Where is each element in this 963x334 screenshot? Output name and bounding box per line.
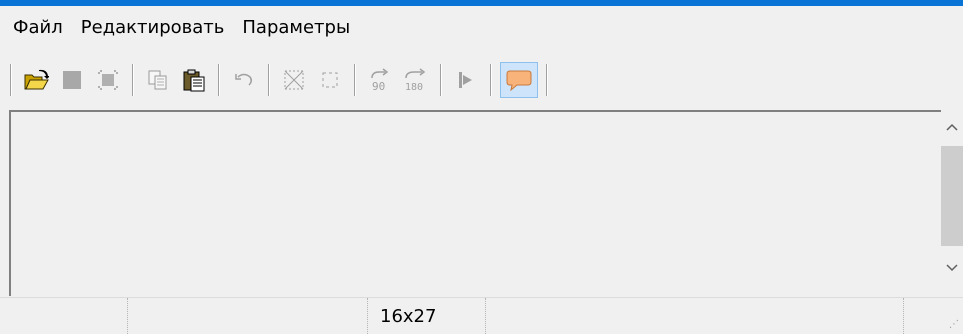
- copy-icon: [148, 70, 167, 90]
- crop-button[interactable]: [278, 64, 310, 96]
- select-frame-icon: [98, 70, 118, 90]
- open-folder-icon: [24, 69, 49, 90]
- workspace-area[interactable]: [9, 110, 963, 296]
- scroll-thumb[interactable]: [941, 146, 963, 246]
- paste-button[interactable]: [178, 64, 210, 96]
- comments-button[interactable]: [500, 62, 538, 98]
- selection-rect-icon: [322, 72, 338, 88]
- menu-file[interactable]: Файл: [0, 13, 72, 43]
- svg-text:180: 180: [405, 82, 423, 92]
- status-cell-1: [0, 298, 128, 334]
- undo-icon: [235, 73, 253, 86]
- selection-rect-button[interactable]: [314, 64, 346, 96]
- toolbar-separator: [10, 64, 12, 96]
- menu-edit[interactable]: Редактировать: [72, 13, 234, 43]
- paste-icon: [183, 69, 205, 92]
- rotate-90-button[interactable]: 90: [364, 64, 396, 96]
- toolbar-separator: [440, 64, 442, 96]
- svg-text:90: 90: [372, 80, 385, 92]
- rotate-180-icon: 180: [405, 68, 426, 92]
- status-cell-2: [128, 298, 368, 334]
- rotate-90-icon: 90: [371, 68, 389, 92]
- toolbar-separator: [218, 64, 220, 96]
- open-button[interactable]: [20, 64, 52, 96]
- toolbar-separator: [268, 64, 270, 96]
- stop-button[interactable]: [56, 64, 88, 96]
- select-frame-button[interactable]: [92, 64, 124, 96]
- undo-button[interactable]: [228, 64, 260, 96]
- vertical-scrollbar[interactable]: [941, 110, 963, 296]
- menu-parameters[interactable]: Параметры: [233, 13, 359, 43]
- scroll-up-icon[interactable]: [941, 110, 963, 144]
- toolbar-separator: [132, 64, 134, 96]
- toolbar: 90 180: [0, 56, 963, 104]
- stop-icon: [63, 71, 81, 89]
- resize-grip-icon[interactable]: ⋰: [949, 320, 959, 330]
- status-size-cell: 16x27: [368, 298, 486, 334]
- rotate-180-button[interactable]: 180: [400, 64, 432, 96]
- copy-button[interactable]: [142, 64, 174, 96]
- crop-icon: [284, 70, 304, 90]
- play-forward-button[interactable]: [450, 64, 482, 96]
- status-bar: 16x27 ⋰: [0, 297, 963, 334]
- scroll-down-icon[interactable]: [941, 246, 963, 290]
- toolbar-separator: [490, 64, 492, 96]
- status-cell-4: [486, 298, 904, 334]
- menu-bar: Файл Редактировать Параметры: [0, 6, 963, 50]
- speech-bubble-icon: [506, 70, 532, 91]
- toolbar-separator: [546, 64, 548, 96]
- toolbar-separator: [354, 64, 356, 96]
- play-forward-icon: [459, 72, 472, 88]
